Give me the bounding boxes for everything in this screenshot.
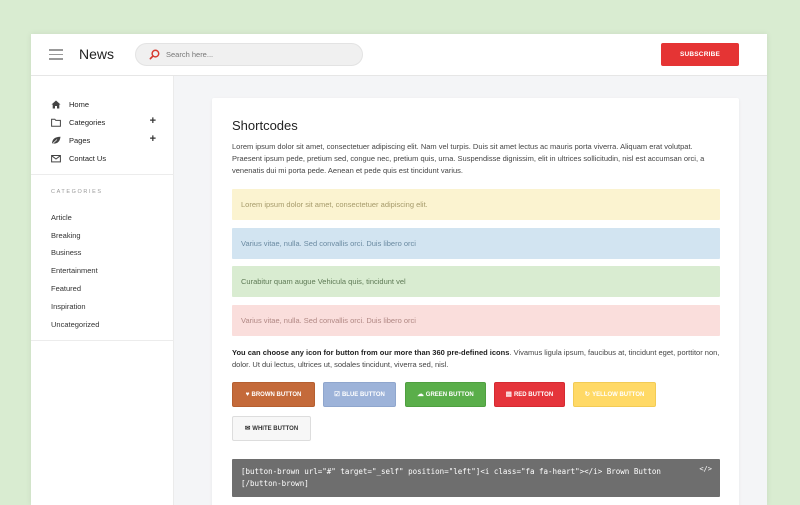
- blue-button[interactable]: ☑ BLUE BUTTON: [323, 382, 396, 407]
- sidebar-divider: [31, 340, 174, 341]
- buttons-intro-bold: You can choose any icon for button from …: [232, 348, 510, 357]
- check-square-icon: ☑: [334, 391, 340, 398]
- alert-box-blue: Varius vitae, nulla. Sed convallis orci.…: [232, 228, 720, 259]
- heart-icon: ♥: [245, 391, 250, 398]
- code-icon[interactable]: </>: [699, 463, 712, 475]
- button-label: BLUE BUTTON: [341, 392, 385, 398]
- document-icon: ▤: [505, 391, 512, 398]
- sidebar-item-contact-us[interactable]: Contact Us: [51, 152, 156, 166]
- sidebar-item-pages[interactable]: Pages +: [51, 133, 156, 148]
- alert-box-green: Curabitur quam augue Vehicula quis, tinc…: [232, 266, 720, 297]
- button-label: GREEN BUTTON: [425, 392, 474, 398]
- red-button[interactable]: ▤ RED BUTTON: [494, 382, 565, 407]
- category-link-business[interactable]: Business: [51, 248, 81, 257]
- button-label: BROWN BUTTON: [251, 392, 302, 398]
- button-label: WHITE BUTTON: [252, 426, 299, 432]
- app-window: News SUBSCRIBE Home Categories +: [31, 34, 767, 505]
- sidebar-item-categories[interactable]: Categories +: [51, 115, 156, 130]
- category-link-featured[interactable]: Featured: [51, 284, 81, 293]
- alert-box-yellow: Lorem ipsum dolor sit amet, consectetuer…: [232, 189, 720, 220]
- home-icon: [51, 100, 61, 109]
- sidebar-item-home[interactable]: Home: [51, 98, 156, 112]
- category-link-breaking[interactable]: Breaking: [51, 231, 81, 240]
- code-line: [button-brown url="#" target="_self" pos…: [241, 467, 661, 476]
- page-title: Shortcodes: [232, 118, 298, 133]
- sidebar-item-label: Home: [69, 100, 90, 109]
- sidebar-item-label: Contact Us: [69, 154, 107, 163]
- search-icon: [149, 49, 160, 60]
- yellow-button[interactable]: ↻ YELLOW BUTTON: [573, 382, 656, 407]
- content-card: Shortcodes Lorem ipsum dolor sit amet, c…: [212, 98, 739, 505]
- expand-plus-icon[interactable]: +: [150, 115, 156, 127]
- expand-plus-icon[interactable]: +: [150, 133, 156, 145]
- refresh-icon: ↻: [584, 391, 591, 398]
- buttons-intro-paragraph: You can choose any icon for button from …: [232, 347, 720, 371]
- category-link-entertainment[interactable]: Entertainment: [51, 266, 98, 275]
- envelope-icon: [51, 155, 61, 163]
- alert-text: Varius vitae, nulla. Sed convallis orci.…: [241, 239, 416, 248]
- alert-text: Varius vitae, nulla. Sed convallis orci.…: [241, 316, 416, 325]
- alert-text: Curabitur quam augue Vehicula quis, tinc…: [241, 277, 406, 286]
- brand-title: News: [79, 46, 115, 62]
- sidebar-item-label: Categories: [69, 118, 106, 127]
- search-bar[interactable]: [135, 43, 363, 66]
- button-label: RED BUTTON: [513, 392, 554, 398]
- sidebar: Home Categories + Pages + Contact Us CAT…: [31, 76, 174, 505]
- subscribe-button[interactable]: SUBSCRIBE: [661, 43, 739, 66]
- cloud-download-icon: ☁: [417, 391, 424, 398]
- code-line: [/button-brown]: [241, 479, 309, 488]
- intro-paragraph: Lorem ipsum dolor sit amet, consectetuer…: [232, 142, 705, 175]
- sidebar-item-label: Pages: [69, 136, 91, 145]
- button-label: YELLOW BUTTON: [592, 392, 645, 398]
- category-link-article[interactable]: Article: [51, 213, 72, 222]
- alert-text: Lorem ipsum dolor sit amet, consectetuer…: [241, 200, 428, 209]
- top-bar: News SUBSCRIBE: [31, 34, 767, 76]
- code-block: [button-brown url="#" target="_self" pos…: [232, 459, 720, 497]
- white-button[interactable]: ✉ WHITE BUTTON: [232, 416, 311, 441]
- categories-heading: CATEGORIES: [51, 189, 103, 195]
- envelope-icon: ✉: [244, 425, 251, 432]
- search-input[interactable]: [166, 47, 356, 62]
- leaf-icon: [51, 136, 61, 145]
- category-link-inspiration[interactable]: Inspiration: [51, 302, 86, 311]
- menu-icon[interactable]: [49, 49, 63, 60]
- alert-box-red: Varius vitae, nulla. Sed convallis orci.…: [232, 305, 720, 336]
- green-button[interactable]: ☁ GREEN BUTTON: [405, 382, 486, 407]
- brown-button[interactable]: ♥ BROWN BUTTON: [232, 382, 315, 407]
- folder-icon: [51, 118, 61, 127]
- category-link-uncategorized[interactable]: Uncategorized: [51, 320, 99, 329]
- sidebar-divider: [31, 174, 174, 175]
